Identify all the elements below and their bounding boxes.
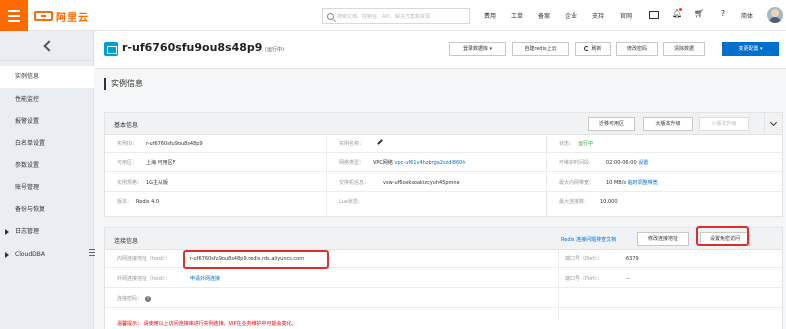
chevron-down-icon: ▾ xyxy=(760,46,763,52)
adjust-bandwidth-link[interactable]: 临时调整带宽 xyxy=(628,180,658,186)
language-switch[interactable]: 简体 xyxy=(741,11,753,20)
highlight-internal-host xyxy=(183,250,329,269)
connection-info-title: 连接信息 xyxy=(114,238,139,245)
edit-pencil-icon[interactable] xyxy=(377,139,383,145)
sidebar-group-clouddba[interactable]: CloudDBA xyxy=(0,244,94,266)
sidebar-item-whitelist[interactable]: 白名单设置 xyxy=(0,133,94,155)
sidebar-collapse-handle[interactable] xyxy=(89,245,95,259)
sidebar-group-logs-label: 日志管理 xyxy=(15,228,40,235)
nav-link-support[interactable]: 支持 xyxy=(592,11,604,20)
maintenance-setting-link[interactable]: 设置 xyxy=(638,160,648,166)
page-section-title: 实例信息 xyxy=(104,78,143,90)
sidebar-group-clouddba-label: CloudDBA xyxy=(15,251,45,258)
back-button[interactable] xyxy=(0,31,93,61)
field-instance-id: 实例ID： r-uf6760sfu9ou8s48p9 xyxy=(105,135,326,153)
help-circle-icon[interactable]: ? xyxy=(145,295,152,302)
troubleshoot-doc-link[interactable]: Redis 连接问题排查文档 xyxy=(561,236,616,243)
clear-data-button[interactable]: 清除数据 xyxy=(663,42,705,56)
help-icon[interactable]: ? xyxy=(718,9,728,19)
expand-triangle-icon xyxy=(5,251,9,258)
global-search-input[interactable]: 搜索文档、控制台、API、解决方案和资源 xyxy=(322,8,470,24)
chevron-down-icon: ▾ xyxy=(489,46,493,52)
connection-info-panel: 连接信息 Redis 连接问题排查文档 修改连接地址 设置免密访问 内网连接地址… xyxy=(104,227,784,329)
instance-header: r-uf6760sfu9ou8s48p9 (运行中) 登录数据库 ▾ 自建red… xyxy=(95,31,786,69)
hamburger-menu-button[interactable] xyxy=(0,0,28,31)
field-maintenance-window: 可维护时间段： 02:00-06:00 设置 xyxy=(547,154,784,172)
field-max-bandwidth: 最大内网带宽： 10 MB/s 临时调整带宽 xyxy=(547,174,784,192)
sidebar-item-performance[interactable]: 性能监控 xyxy=(0,89,94,111)
field-external-host: 外网连接地址（host）： 申请外网连接 xyxy=(105,270,558,288)
instance-title: r-uf6760sfu9ou8s48p9 xyxy=(122,41,263,54)
field-zone: 可用区： 上海 可用区F xyxy=(105,154,326,172)
basic-info-panel: 基本信息 迁移可用区 大版本升级 小版本升级 实例ID： r-uf6760sfu9… xyxy=(104,112,784,218)
empty-cell xyxy=(559,290,784,308)
sidebar: 实例信息 性能监控 报警设置 白名单设置 参数设置 账号管理 备份与恢复 日志管… xyxy=(0,31,95,329)
expand-triangle-icon xyxy=(5,228,9,235)
field-lua-status: Lua状态： xyxy=(339,199,363,205)
highlight-password-free-button xyxy=(696,226,749,246)
notification-dot xyxy=(679,8,682,11)
migrate-redis-button[interactable]: 自建redis上云 xyxy=(512,42,569,56)
nav-link-enterprise[interactable]: 企业 xyxy=(565,11,577,20)
sidebar-item-backup[interactable]: 备份与恢复 xyxy=(0,199,94,221)
collapse-chevron-icon[interactable] xyxy=(764,113,782,135)
sidebar-item-alarm[interactable]: 报警设置 xyxy=(0,111,94,133)
refresh-button[interactable]: 刷新 xyxy=(575,42,611,56)
vpc-link[interactable]: vpc-uf61v4hzbrga2szdl860h xyxy=(395,160,466,166)
field-internal-host: 内网连接地址（host）： r-uf6760sfu9ou8s48p9.redis.… xyxy=(105,250,558,268)
field-vswitch: 交换机信息： vsw-uf6oxksoakizcyuh45pmne xyxy=(327,174,546,192)
change-config-button[interactable]: 变更配置 ▾ xyxy=(722,42,779,56)
nav-link-fees[interactable]: 费用 xyxy=(484,11,496,20)
cart-icon[interactable]: 🛒︎ xyxy=(694,9,704,19)
refresh-icon xyxy=(584,46,590,51)
aliyun-logo-icon xyxy=(34,11,53,21)
field-internal-port: 端口号（Port）： 6379 xyxy=(559,250,784,268)
migrate-zone-button[interactable]: 迁移可用区 xyxy=(588,117,635,131)
user-avatar[interactable] xyxy=(767,7,783,23)
field-instance-spec: 实例规格： 1G主从版 xyxy=(105,174,326,192)
login-database-button[interactable]: 登录数据库 ▾ xyxy=(449,42,506,56)
sidebar-item-parameters[interactable]: 参数设置 xyxy=(0,155,94,177)
nav-link-tickets[interactable]: 工单 xyxy=(511,11,523,20)
sidebar-group-logs[interactable]: 日志管理 xyxy=(0,221,94,243)
basic-info-title: 基本信息 xyxy=(114,122,139,129)
status-running: 运行中 xyxy=(578,141,594,147)
field-instance-name: 实例名称： xyxy=(327,135,546,153)
field-connection-password: 连接密码：? xyxy=(105,290,558,308)
apply-external-connection-link[interactable]: 申请外网连接 xyxy=(190,276,220,282)
modify-address-button[interactable]: 修改连接地址 xyxy=(637,232,689,246)
redis-instance-icon xyxy=(104,42,118,56)
nav-link-official-site[interactable]: 官网 xyxy=(620,11,632,20)
change-password-button[interactable]: 修改密码 xyxy=(616,42,658,56)
field-max-connections: 最大连接数： 10,000 xyxy=(559,199,618,205)
minor-version-upgrade-button[interactable]: 小版本升级 xyxy=(699,117,749,131)
warning-tip: 温馨提示： 请使用以上访问连接串进行实例连接，VIP在业务维护中可能会变化。 xyxy=(117,321,297,327)
sidebar-item-accounts[interactable]: 账号管理 xyxy=(0,177,94,199)
instance-status: (运行中) xyxy=(265,47,284,53)
chevron-left-icon xyxy=(42,39,55,52)
field-status: 状态： 运行中 xyxy=(547,135,784,153)
field-version: 版本： Redis 4.0 xyxy=(117,199,160,205)
nav-link-filing[interactable]: 备案 xyxy=(538,11,550,20)
top-navigation-bar: 阿里云 搜索文档、控制台、API、解决方案和资源 费用 工单 备案 企业 支持 … xyxy=(0,0,786,31)
basic-info-header: 基本信息 迁移可用区 大版本升级 小版本升级 xyxy=(105,113,782,135)
aliyun-logo[interactable]: 阿里云 xyxy=(34,9,89,24)
message-icon[interactable] xyxy=(649,11,659,19)
search-icon xyxy=(327,12,334,20)
field-network-type: 网络类型： VPC网络 vpc-uf61v4hzbrga2szdl860h xyxy=(327,154,546,172)
sidebar-item-instance-info[interactable]: 实例信息 xyxy=(0,66,94,88)
field-external-port: 端口号（Port）： -- xyxy=(559,270,784,288)
search-placeholder: 搜索文档、控制台、API、解决方案和资源 xyxy=(337,13,430,20)
major-version-upgrade-button[interactable]: 大版本升级 xyxy=(643,117,693,131)
connection-info-header: 连接信息 Redis 连接问题排查文档 修改连接地址 设置免密访问 xyxy=(105,228,782,250)
